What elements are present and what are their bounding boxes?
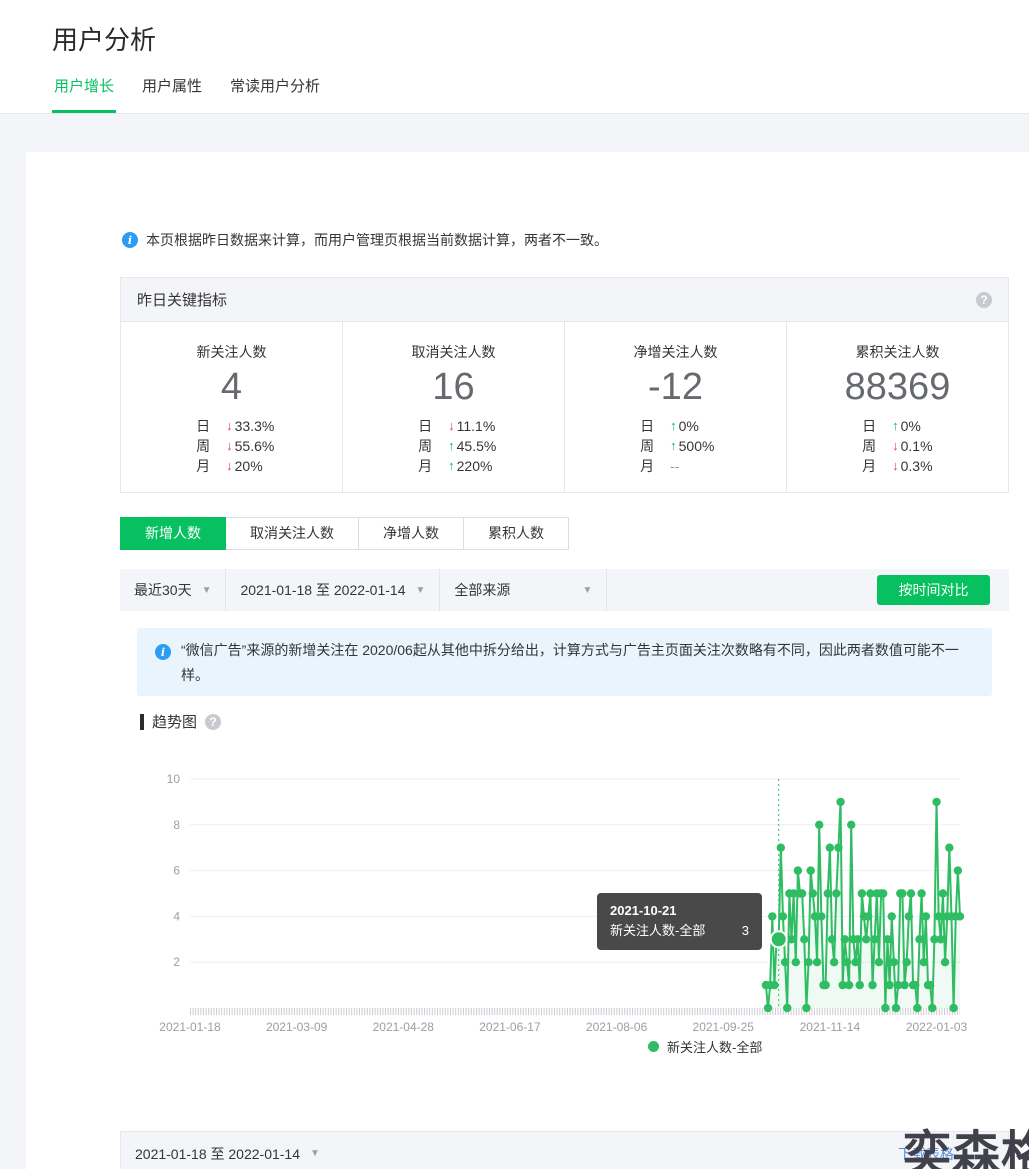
chevron-down-icon: ▼ — [583, 585, 593, 596]
metric-tab-2[interactable]: 净增人数 — [358, 517, 464, 550]
info-icon: i — [122, 232, 138, 248]
chevron-down-icon: ▼ — [310, 1148, 320, 1159]
date-range-dropdown[interactable]: 2021-01-18 至 2022-01-14 ▼ — [226, 569, 440, 611]
table-header-bar: 2021-01-18 至 2022-01-14 ▼ 下载表格 — [120, 1131, 1009, 1169]
title-bar-icon — [140, 714, 144, 730]
source-value: 全部来源 — [454, 580, 510, 600]
key-metrics-body: 新关注人数 4 日↓ 33.3% 周↓ 55.6% 月↓ 20%取消关注人数 1… — [121, 322, 1008, 493]
metric-value: -12 — [565, 366, 786, 408]
key-metrics-box: 昨日关键指标 ? 新关注人数 4 日↓ 33.3% 周↓ 55.6% 月↓ 20… — [120, 277, 1009, 493]
metric-change-row: 日↓ 11.1% — [418, 416, 496, 436]
svg-text:2021-04-28: 2021-04-28 — [373, 1020, 435, 1034]
arrow-down-icon: ↓ — [226, 416, 233, 436]
svg-text:2022-01-03: 2022-01-03 — [906, 1020, 968, 1034]
filter-bar: 最近30天 ▼ 2021-01-18 至 2022-01-14 ▼ 全部来源 ▼… — [120, 569, 1009, 611]
metric-change-row: 月↑ 220% — [418, 456, 496, 476]
metric-tab-buttons: 新增人数取消关注人数净增人数累积人数 — [120, 517, 569, 550]
source-dropdown[interactable]: 全部来源 ▼ — [440, 569, 607, 611]
metric-change-row: 日↑ 0% — [862, 416, 932, 436]
info-icon: i — [155, 644, 171, 660]
arrow-down-icon: ↓ — [448, 416, 455, 436]
tab-0[interactable]: 用户增长 — [52, 65, 116, 113]
legend-item[interactable]: 新关注人数-全部 — [648, 1037, 762, 1056]
compare-by-time-button[interactable]: 按时间对比 — [877, 575, 990, 605]
key-metrics-header: 昨日关键指标 ? — [121, 278, 1008, 322]
range-preset-value: 最近30天 — [134, 580, 192, 600]
arrow-down-icon: ↓ — [892, 456, 899, 476]
watermark: 奕森格 — [903, 1114, 1029, 1169]
svg-text:10: 10 — [167, 772, 181, 786]
svg-text:2021-11-14: 2021-11-14 — [800, 1020, 861, 1034]
arrow-down-icon: ↓ — [892, 436, 899, 456]
svg-text:2021-06-17: 2021-06-17 — [479, 1020, 541, 1034]
arrow-down-icon: ↓ — [226, 436, 233, 456]
trend-chart-canvas: 2 4 6 8 10 2021-01-18 2021-03-09 2021-04-28 2021… — [140, 765, 1009, 1045]
svg-text:4: 4 — [173, 909, 180, 923]
table-date-range-dropdown[interactable]: 2021-01-18 至 2022-01-14 ▼ — [135, 1144, 320, 1164]
trend-title-text: 趋势图 — [152, 711, 197, 732]
tooltip-date: 2021-10-21 — [610, 902, 749, 920]
tab-2[interactable]: 常读用户分析 — [228, 65, 322, 113]
metric-card: 新关注人数 4 日↓ 33.3% 周↓ 55.6% 月↓ 20% — [121, 322, 343, 493]
metric-label: 累积关注人数 — [787, 342, 1008, 362]
metric-change-row: 日↓ 33.3% — [196, 416, 274, 436]
metric-change-row: 月↓ 0.3% — [862, 456, 932, 476]
chart-tooltip: 2021-10-21 新关注人数-全部 3 — [597, 893, 762, 950]
svg-text:2021-01-18: 2021-01-18 — [159, 1020, 221, 1034]
wechat-ad-notice: i “微信广告”来源的新增关注在 2020/06起从其他中拆分给出，计算方式与广… — [137, 628, 992, 696]
metric-label: 取消关注人数 — [343, 342, 564, 362]
page-title: 用户分析 — [52, 20, 156, 57]
notice-text: 本页根据昨日数据来计算，而用户管理页根据当前数据计算，两者不一致。 — [146, 230, 608, 250]
svg-text:6: 6 — [173, 864, 180, 878]
svg-text:2021-08-06: 2021-08-06 — [586, 1020, 648, 1034]
key-metrics-title: 昨日关键指标 — [137, 289, 227, 310]
tab-1[interactable]: 用户属性 — [140, 65, 204, 113]
svg-text:2: 2 — [173, 955, 180, 969]
legend-label: 新关注人数-全部 — [667, 1037, 762, 1056]
metric-value: 88369 — [787, 366, 1008, 408]
legend-dot-icon — [648, 1041, 659, 1052]
arrow-up-icon: ↑ — [448, 436, 455, 456]
metric-tab-0[interactable]: 新增人数 — [120, 517, 226, 550]
metric-card: 取消关注人数 16 日↓ 11.1% 周↑ 45.5% 月↑ 220% — [343, 322, 565, 493]
metric-card: 净增关注人数 -12 日↑ 0% 周↑ 500% 月 -- — [565, 322, 787, 493]
help-icon[interactable]: ? — [205, 714, 221, 730]
date-range-value: 2021-01-18 至 2022-01-14 — [240, 580, 405, 600]
chevron-down-icon: ▼ — [416, 585, 426, 596]
metric-card: 累积关注人数 88369 日↑ 0% 周↓ 0.1% 月↓ 0.3% — [787, 322, 1008, 493]
metric-label: 净增关注人数 — [565, 342, 786, 362]
metric-change-row: 周↑ 500% — [640, 436, 714, 456]
arrow-down-icon: ↓ — [226, 456, 233, 476]
chevron-down-icon: ▼ — [202, 585, 212, 596]
metric-change-row: 周↑ 45.5% — [418, 436, 496, 456]
arrow-up-icon: ↑ — [670, 436, 677, 456]
top-tabs: 用户增长用户属性常读用户分析 — [52, 65, 322, 113]
arrow-up-icon: ↑ — [670, 416, 677, 436]
arrow-up-icon: ↑ — [448, 456, 455, 476]
svg-text:2021-09-25: 2021-09-25 — [693, 1020, 755, 1034]
arrow-up-icon: ↑ — [892, 416, 899, 436]
metric-change-row: 日↑ 0% — [640, 416, 714, 436]
range-preset-dropdown[interactable]: 最近30天 ▼ — [120, 569, 226, 611]
metric-tab-1[interactable]: 取消关注人数 — [225, 517, 359, 550]
table-date-range-value: 2021-01-18 至 2022-01-14 — [135, 1144, 300, 1164]
page-header: 用户分析 用户增长用户属性常读用户分析 — [0, 0, 1029, 114]
metric-change-row: 月 -- — [640, 456, 714, 476]
trend-chart: 2 4 6 8 10 2021-01-18 2021-03-09 2021-04-28 2021… — [140, 765, 1009, 1065]
yesterday-data-notice: i 本页根据昨日数据来计算，而用户管理页根据当前数据计算，两者不一致。 — [122, 230, 608, 250]
metric-change-row: 周↓ 0.1% — [862, 436, 932, 456]
svg-text:8: 8 — [173, 818, 180, 832]
trend-section-title: 趋势图 ? — [140, 711, 221, 732]
tooltip-value: 3 — [742, 920, 749, 942]
svg-text:2021-03-09: 2021-03-09 — [266, 1020, 328, 1034]
metric-change-row: 月↓ 20% — [196, 456, 274, 476]
metric-tab-3[interactable]: 累积人数 — [463, 517, 569, 550]
wechat-ad-notice-text: “微信广告”来源的新增关注在 2020/06起从其他中拆分给出，计算方式与广告主… — [181, 638, 971, 688]
metric-change-row: 周↓ 55.6% — [196, 436, 274, 456]
metric-value: 16 — [343, 366, 564, 408]
metric-value: 4 — [121, 366, 342, 408]
metric-label: 新关注人数 — [121, 342, 342, 362]
tooltip-series: 新关注人数-全部 — [610, 920, 705, 942]
help-icon[interactable]: ? — [976, 292, 992, 308]
